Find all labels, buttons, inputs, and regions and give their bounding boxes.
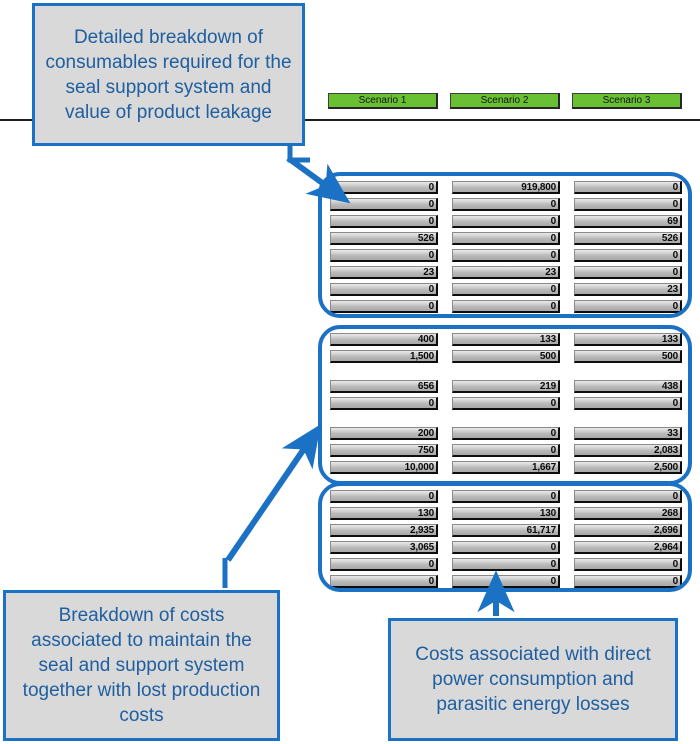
callout-power: Costs associated with direct power consu… [388,618,678,741]
callout-consumables-text: Detailed breakdown of consumables requir… [45,26,292,123]
callout-maintenance-text: Breakdown of costs associated to maintai… [22,605,261,726]
arrow-top-stem [287,146,310,163]
callout-maintenance: Breakdown of costs associated to maintai… [3,590,280,741]
diagram-canvas: Scenario 1 Scenario 2 Scenario 3 0 919,80… [0,0,700,744]
callout-power-text: Costs associated with direct power consu… [415,644,651,715]
callout-consumables: Detailed breakdown of consumables requir… [32,3,305,146]
arrow-top-callout-to-group1 [286,155,351,204]
arrow-bottomleft-callout-to-group2 [225,424,321,562]
